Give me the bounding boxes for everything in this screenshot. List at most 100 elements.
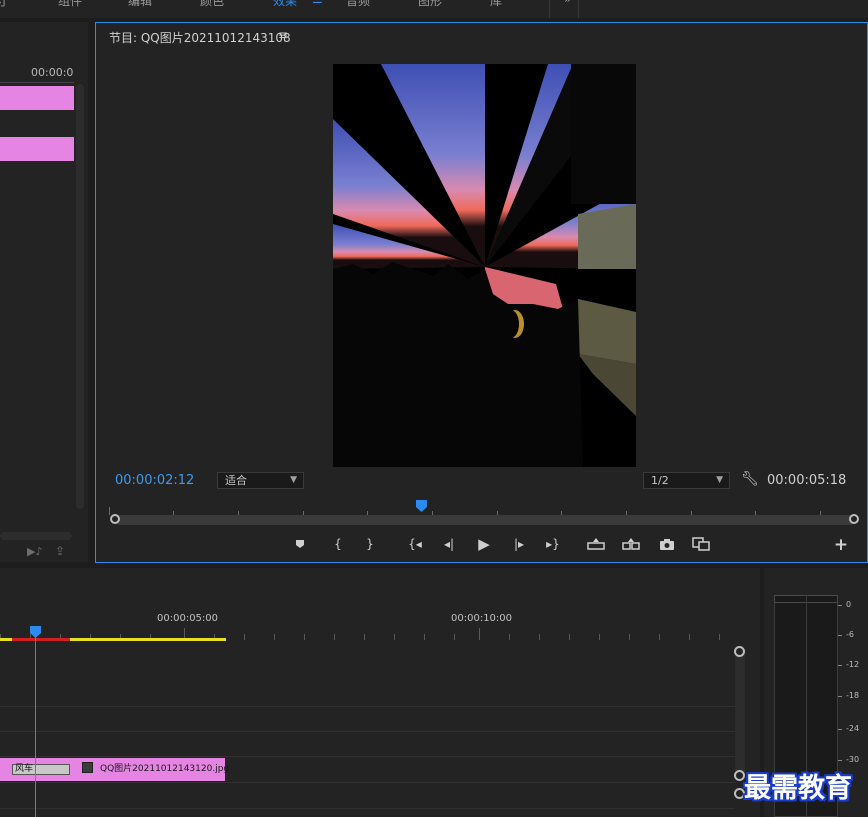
- video-preview: [333, 64, 636, 467]
- chevron-down-icon: ▼: [716, 475, 723, 485]
- db-label: 0: [846, 600, 852, 609]
- clip-name: QQ图片20211012143120.jpg: [100, 764, 230, 774]
- ruler-label-10s: 00:00:10:00: [451, 613, 513, 624]
- extract-button[interactable]: [621, 534, 641, 554]
- db-label: -12: [846, 660, 860, 669]
- track-divider: [0, 706, 735, 707]
- workspace-bar: 寸 组件 编辑 颜色 效果 ☰ 音频 图形 库 »: [0, 0, 868, 18]
- workspace-tab-effects[interactable]: 效果: [273, 0, 297, 9]
- workspace-tab-color[interactable]: 颜色: [200, 0, 224, 9]
- program-zoom-scrollbar[interactable]: [115, 515, 855, 525]
- button-editor-button[interactable]: +: [831, 535, 851, 555]
- lift-icon: [587, 538, 605, 550]
- zoom-handle-right[interactable]: [849, 514, 859, 524]
- db-label: -18: [846, 691, 860, 700]
- source-clip-audio[interactable]: [0, 137, 74, 161]
- workspace-tab-partial[interactable]: 寸: [0, 0, 8, 9]
- go-to-out-icon: ▸}: [546, 537, 560, 551]
- zoom-fit-value: 适合: [225, 474, 247, 487]
- ruler-label-5s: 00:00:05:00: [157, 613, 219, 624]
- workspace-divider: [549, 0, 550, 18]
- export-frame-button[interactable]: [657, 534, 677, 554]
- program-duration-timecode: 00:00:05:18: [767, 473, 847, 488]
- playhead-line: [35, 636, 36, 817]
- mark-in-icon: {: [334, 537, 342, 551]
- settings-wrench-icon[interactable]: 🔧︎: [741, 471, 759, 487]
- program-monitor: 节目: QQ图片20211012143108 ≡ 00:00:02:12 适合 …: [95, 22, 868, 563]
- audio-note-icon[interactable]: ▶♪: [27, 545, 42, 558]
- go-to-out-button[interactable]: ▸}: [543, 534, 563, 554]
- track-divider: [0, 731, 735, 732]
- ruler-ticks: [109, 507, 821, 515]
- mark-in-button[interactable]: {: [328, 534, 348, 554]
- program-current-timecode[interactable]: 00:00:02:12: [115, 473, 194, 488]
- pinwheel-frame-image: [333, 64, 636, 467]
- track-divider: [0, 756, 735, 757]
- playhead-marker-icon: [416, 500, 428, 512]
- db-tick: [838, 665, 842, 666]
- workspace-tab-audio[interactable]: 音频: [346, 0, 370, 9]
- db-tick: [838, 729, 842, 730]
- db-tick: [838, 605, 842, 606]
- step-back-icon: ◂|: [443, 537, 455, 551]
- timeline-vertical-scrollbar[interactable]: [735, 650, 745, 780]
- go-to-in-icon: {◂: [408, 537, 422, 551]
- panel-menu-icon[interactable]: ≡: [278, 28, 288, 42]
- source-clip-video[interactable]: [0, 86, 74, 110]
- work-area-bar-start[interactable]: [0, 638, 12, 641]
- export-icon[interactable]: ⇪: [55, 544, 65, 558]
- workspace-tab-libraries[interactable]: 库: [490, 0, 502, 9]
- workspace-tab-graphics[interactable]: 图形: [418, 0, 442, 9]
- step-forward-icon: |▸: [513, 537, 525, 551]
- db-label: -30: [846, 755, 860, 764]
- timeline-panel: 00:00:05:00 00:00:10:00 风车 QQ图片202110121…: [0, 568, 760, 817]
- db-label: -24: [846, 724, 860, 733]
- step-back-button[interactable]: ◂|: [439, 534, 459, 554]
- add-marker-button[interactable]: [290, 534, 310, 554]
- go-to-in-button[interactable]: {◂: [405, 534, 425, 554]
- db-tick: [838, 760, 842, 761]
- watermark-logo: 最需教育: [744, 773, 852, 804]
- workspace-overflow-icon[interactable]: »: [564, 0, 571, 6]
- source-timecode: 00:00:0: [31, 66, 74, 79]
- source-vertical-scrollbar[interactable]: [76, 84, 84, 509]
- plus-icon: +: [833, 535, 849, 555]
- zoom-handle-left[interactable]: [110, 514, 120, 524]
- transition-effect[interactable]: 风车: [12, 764, 70, 775]
- fx-badge-icon[interactable]: [82, 762, 93, 773]
- work-area-bar[interactable]: [70, 638, 226, 641]
- source-horizontal-scrollbar[interactable]: [0, 532, 72, 540]
- zoom-fit-dropdown[interactable]: 适合 ▼: [217, 472, 304, 489]
- program-monitor-title: 节目: QQ图片20211012143108: [109, 31, 291, 45]
- extract-icon: [622, 538, 640, 550]
- db-tick: [838, 696, 842, 697]
- timeline-clip[interactable]: 风车 QQ图片20211012143120.jpg: [0, 758, 229, 781]
- mark-out-button[interactable]: }: [360, 534, 380, 554]
- workspace-tab-editing[interactable]: 编辑: [128, 0, 152, 9]
- mark-out-icon: }: [366, 537, 374, 551]
- transition-label: 风车: [15, 764, 34, 774]
- scroll-handle-top[interactable]: [734, 646, 745, 657]
- track-divider: [0, 808, 735, 809]
- play-button[interactable]: ▶: [474, 534, 494, 554]
- resolution-value: 1/2: [651, 474, 669, 487]
- compare-view-button[interactable]: [691, 534, 711, 554]
- program-time-ruler[interactable]: [109, 504, 854, 515]
- playback-resolution-dropdown[interactable]: 1/2 ▼: [643, 472, 730, 489]
- workspace-menu-icon[interactable]: ☰: [312, 0, 323, 6]
- program-playhead[interactable]: [416, 500, 428, 512]
- workspace-divider: [578, 0, 579, 18]
- track-divider: [0, 782, 735, 783]
- workspace-tab-assembly[interactable]: 组件: [58, 0, 82, 9]
- db-label: -6: [846, 630, 854, 639]
- render-needed-bar: [12, 638, 70, 641]
- marker-icon: [296, 540, 304, 548]
- chevron-down-icon: ▼: [290, 475, 297, 485]
- camera-icon: [660, 538, 674, 550]
- lift-button[interactable]: [586, 534, 606, 554]
- source-ruler-line: [0, 82, 74, 83]
- compare-view-icon: [692, 537, 710, 551]
- play-icon: ▶: [478, 535, 490, 553]
- db-tick: [838, 635, 842, 636]
- step-forward-button[interactable]: |▸: [509, 534, 529, 554]
